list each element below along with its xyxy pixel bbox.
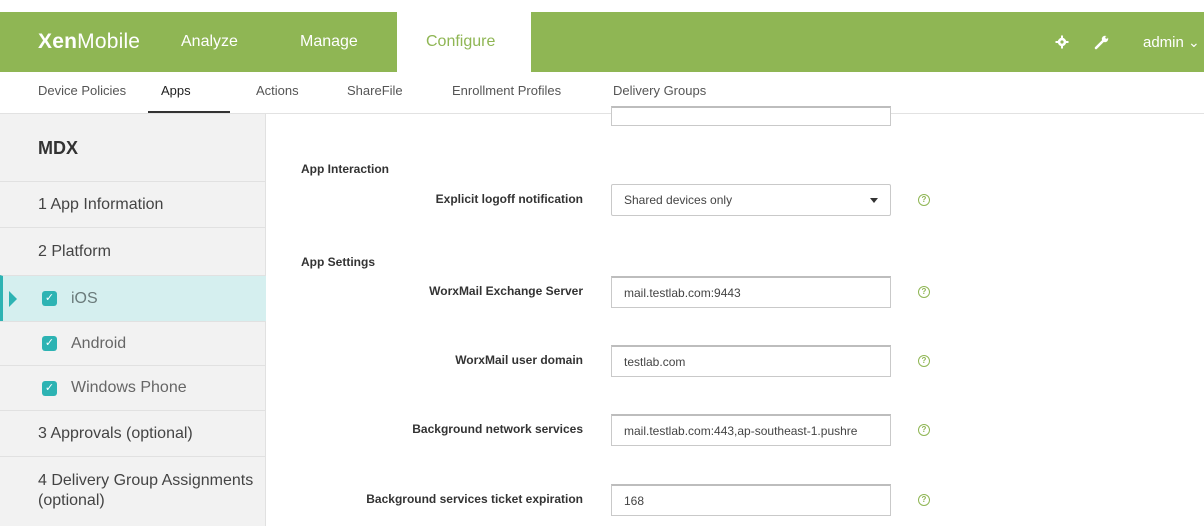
nav-analyze[interactable]: Analyze — [181, 12, 271, 72]
sidebar-item-label: 1 App Information — [38, 195, 164, 213]
gear-icon[interactable] — [1055, 12, 1069, 72]
sidebar-item-label: Android — [71, 334, 127, 352]
checkbox-checked-icon[interactable]: ✓ — [42, 380, 57, 396]
exchange-server-input[interactable]: mail.testlab.com:9443 — [611, 276, 891, 308]
help-icon[interactable]: ? — [918, 286, 930, 298]
previous-field-input[interactable] — [611, 106, 891, 126]
checkbox-checked-icon[interactable]: ✓ — [42, 336, 57, 351]
sidebar-item-ios[interactable]: ✓ iOS — [0, 275, 266, 321]
sidebar-item-app-information[interactable]: 1 App Information — [0, 181, 266, 227]
sidebar-item-label: iOS — [71, 289, 98, 307]
top-navigation-bar: XenMobile Analyze Manage Configure admin… — [0, 12, 1204, 72]
wrench-icon[interactable] — [1094, 12, 1110, 72]
ticket-expiration-label: Background services ticket expiration — [366, 492, 583, 506]
user-domain-label: WorxMail user domain — [455, 353, 583, 367]
exchange-server-label: WorxMail Exchange Server — [429, 284, 583, 298]
checkbox-checked-icon[interactable]: ✓ — [42, 291, 57, 306]
background-network-services-input[interactable]: mail.testlab.com:443,ap-southeast-1.push… — [611, 414, 891, 446]
help-icon[interactable]: ? — [918, 424, 930, 436]
ticket-expiration-input[interactable]: 168 — [611, 484, 891, 516]
app-settings-form: App Interaction Explicit logoff notifica… — [267, 106, 1204, 526]
sidebar-item-delivery-group-assignments[interactable]: 4 Delivery Group Assignments (optional) — [0, 456, 266, 526]
sidebar-item-platform[interactable]: 2 Platform — [0, 227, 266, 275]
explicit-logoff-select[interactable]: Shared devices only — [611, 184, 891, 216]
help-icon[interactable]: ? — [918, 355, 930, 367]
tab-actions[interactable]: Actions — [256, 72, 299, 113]
help-icon[interactable]: ? — [918, 494, 930, 506]
sidebar-item-label: (optional) — [38, 492, 105, 509]
section-app-settings: App Settings — [301, 255, 375, 269]
sidebar-item-label: Windows Phone — [71, 379, 187, 396]
current-step-indicator-icon — [9, 291, 17, 307]
xenmobile-logo: XenMobile — [38, 30, 141, 53]
sidebar-item-label: 4 Delivery Group Assignments — [38, 472, 254, 489]
tab-enrollment-profiles[interactable]: Enrollment Profiles — [452, 72, 561, 113]
sidebar-item-label: 3 Approvals (optional) — [38, 424, 193, 442]
background-network-services-label: Background network services — [412, 422, 583, 436]
user-domain-input[interactable]: testlab.com — [611, 345, 891, 377]
sidebar-item-label: 2 Platform — [38, 242, 111, 260]
chevron-down-icon: ⌄ — [1188, 33, 1200, 50]
tab-apps[interactable]: Apps — [148, 72, 230, 113]
sidebar-item-windows-phone[interactable]: ✓ Windows Phone — [0, 365, 266, 410]
tab-sharefile[interactable]: ShareFile — [347, 72, 403, 113]
dropdown-arrow-icon — [870, 198, 878, 203]
explicit-logoff-label: Explicit logoff notification — [435, 192, 583, 206]
user-menu[interactable]: admin ⌄ — [1143, 12, 1200, 72]
help-icon[interactable]: ? — [918, 194, 930, 206]
sub-navigation: Device Policies Apps Actions ShareFile E… — [0, 72, 1204, 114]
tab-device-policies[interactable]: Device Policies — [38, 72, 126, 113]
nav-configure[interactable]: Configure — [397, 12, 531, 72]
sidebar-item-android[interactable]: ✓ Android — [0, 321, 266, 365]
wizard-sidebar: MDX 1 App Information 2 Platform ✓ iOS ✓ A… — [0, 114, 266, 526]
section-app-interaction: App Interaction — [301, 162, 390, 176]
sidebar-title: MDX — [38, 138, 78, 158]
select-value: Shared devices only — [624, 193, 733, 207]
nav-manage[interactable]: Manage — [300, 12, 390, 72]
sidebar-item-approvals[interactable]: 3 Approvals (optional) — [0, 410, 266, 456]
